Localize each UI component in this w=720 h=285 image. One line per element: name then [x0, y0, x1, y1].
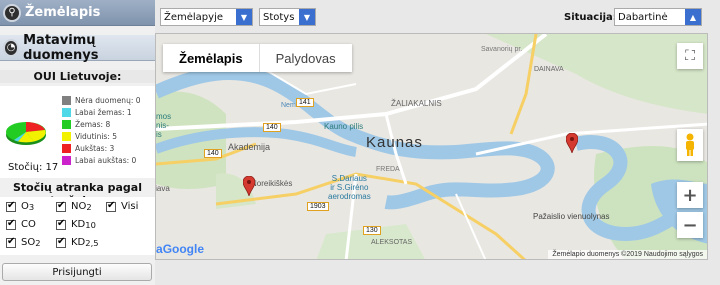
map-poi-label: Pažaislio vienuolynas: [533, 212, 610, 221]
tab-satellite[interactable]: Palydovas: [258, 44, 352, 72]
checkbox[interactable]: [56, 200, 66, 212]
chevron-down-icon: ▲: [685, 9, 701, 25]
pollutant-label: NO: [71, 201, 87, 212]
chevron-down-icon: ▼: [236, 9, 252, 25]
pollutant-label: KD: [71, 219, 86, 230]
map-poi-label: S.Dariaus ir S.Girėno aerodromas: [328, 174, 371, 201]
legend-swatch: [62, 120, 71, 129]
layer-select[interactable]: Žemėlapyje ▼: [160, 8, 253, 26]
pollutant-sub: 2,5: [85, 237, 99, 248]
stations-count: Stočių: 17: [8, 162, 59, 173]
legend-item: Nėra duomenų: 0: [62, 96, 141, 105]
map-poi-label: Kauno pilis: [324, 122, 364, 131]
map-place-label: Akademija: [228, 142, 271, 152]
road-badge: 130: [363, 226, 381, 235]
pollutant-label: Visi: [121, 201, 139, 212]
street-view-pegman[interactable]: [677, 129, 703, 161]
checkbox[interactable]: [56, 236, 66, 248]
nav-map-button[interactable]: ⚲ Žemėlapis: [0, 0, 155, 26]
nav-measurements-button[interactable]: ◔ Matavimų duomenys: [0, 32, 155, 63]
legend-item: Labai aukštas: 0: [62, 156, 136, 165]
layer-select-value: Žemėlapyje: [164, 11, 223, 23]
map-district-label: ŽALIAKALNIS: [391, 99, 442, 108]
checkbox[interactable]: [6, 218, 16, 230]
pollutant-sub: 2: [35, 237, 41, 248]
pollutant-checkbox-o3[interactable]: O3: [6, 200, 35, 212]
road-badge: 140: [204, 149, 222, 158]
pollutant-sub: 3: [28, 201, 35, 212]
map-attribution[interactable]: Žemėlapio duomenys ©2019 Naudojimo sąlyg…: [548, 250, 707, 259]
station-marker[interactable]: [566, 133, 578, 153]
legend-swatch: [62, 156, 71, 165]
legend-label: Vidutinis: 5: [75, 132, 118, 141]
oui-pie-chart: [6, 122, 46, 145]
road-badge: 1903: [307, 202, 329, 211]
pollutant-checkbox-so2[interactable]: SO2: [6, 236, 41, 248]
pegman-icon: [686, 133, 694, 156]
checkbox[interactable]: [106, 200, 116, 212]
map-poi-label: mos nis- is: [156, 112, 172, 139]
pollutant-sub: 2: [86, 201, 92, 212]
zoom-out-button[interactable]: −: [677, 212, 703, 238]
legend-swatch: [62, 96, 71, 105]
pollutant-label: O: [21, 201, 29, 212]
pollutant-checkbox-kd25[interactable]: KD2,5: [56, 236, 99, 248]
legend-item: Labai žemas: 1: [62, 108, 132, 117]
legend-label: Labai aukštas: 0: [75, 156, 137, 165]
type-select-value: Stotys: [263, 11, 295, 23]
fullscreen-button[interactable]: ⛶: [677, 43, 703, 69]
legend-swatch: [62, 108, 71, 117]
pollutant-checkbox-co[interactable]: CO: [6, 218, 36, 230]
oui-title: OUI Lietuvoje:: [0, 70, 155, 83]
sidebar: ⚲ Žemėlapis ◔ Matavimų duomenys OUI Liet…: [0, 0, 155, 285]
type-select[interactable]: Stotys ▼: [259, 8, 316, 26]
map-view[interactable]: Žemėlapis Palydovas Kaunas ŽALIAKALNIS D…: [155, 33, 708, 260]
legend-label: Aukštas: 3: [75, 144, 115, 153]
legend-item: Vidutinis: 5: [62, 132, 117, 141]
fullscreen-icon: ⛶: [685, 48, 695, 64]
checkbox[interactable]: [6, 200, 16, 212]
map-district-label: ALEKSOTAS: [371, 239, 413, 246]
pollutant-filter-panel: O3 NO2 Visi CO KD10 SO2 KD2,5: [0, 197, 155, 255]
legend-item: Aukštas: 3: [62, 144, 114, 153]
legend-label: Labai žemas: 1: [75, 108, 132, 117]
gauge-icon: ◔: [3, 38, 20, 57]
legend-item: Žemas: 8: [62, 120, 110, 129]
legend-label: Žemas: 8: [75, 120, 111, 129]
situation-select-value: Dabartinė: [618, 11, 668, 23]
pollutant-checkbox-all[interactable]: Visi: [106, 200, 139, 212]
situation-label: Situacija:: [564, 12, 617, 23]
road-badge: 141: [296, 98, 314, 107]
checkbox[interactable]: [6, 236, 16, 248]
pollutant-checkbox-kd10[interactable]: KD10: [56, 218, 96, 230]
map-place-label: Noreikiškės: [251, 179, 293, 188]
map-city-label: Kaunas: [366, 134, 423, 151]
nav-measurements-label: Matavimų duomenys: [23, 32, 99, 63]
checkbox[interactable]: [56, 218, 66, 230]
search-icon: ⚲: [3, 3, 21, 22]
road-badge: 140: [263, 123, 281, 132]
map-district-label: DAINAVA: [534, 66, 564, 73]
tab-map[interactable]: Žemėlapis: [163, 44, 259, 72]
pollutant-label: CO: [21, 219, 36, 230]
legend-swatch: [62, 132, 71, 141]
zoom-in-button[interactable]: +: [677, 182, 703, 208]
pollutant-label: SO: [21, 237, 36, 248]
google-logo-text: Google: [162, 242, 205, 256]
chevron-down-icon: ▼: [299, 9, 315, 25]
map-district-label: FREDA: [376, 166, 400, 173]
pollutant-sub: 10: [85, 219, 96, 230]
situation-select[interactable]: Dabartinė ▲: [614, 8, 702, 26]
map-street-label: Savanorių pr.: [481, 46, 523, 53]
legend-swatch: [62, 144, 71, 153]
pollutant-checkbox-no2[interactable]: NO2: [56, 200, 92, 212]
map-place-label: Garliava: [155, 184, 170, 193]
station-marker[interactable]: [243, 176, 255, 196]
login-button[interactable]: Prisijungti: [2, 263, 152, 281]
google-logo: aGoogle: [156, 242, 205, 256]
map-type-tabs: Žemėlapis Palydovas: [163, 44, 352, 72]
nav-map-label: Žemėlapis: [25, 5, 101, 20]
pollutant-label: KD: [71, 237, 86, 248]
legend-label: Nėra duomenų: 0: [75, 96, 141, 105]
